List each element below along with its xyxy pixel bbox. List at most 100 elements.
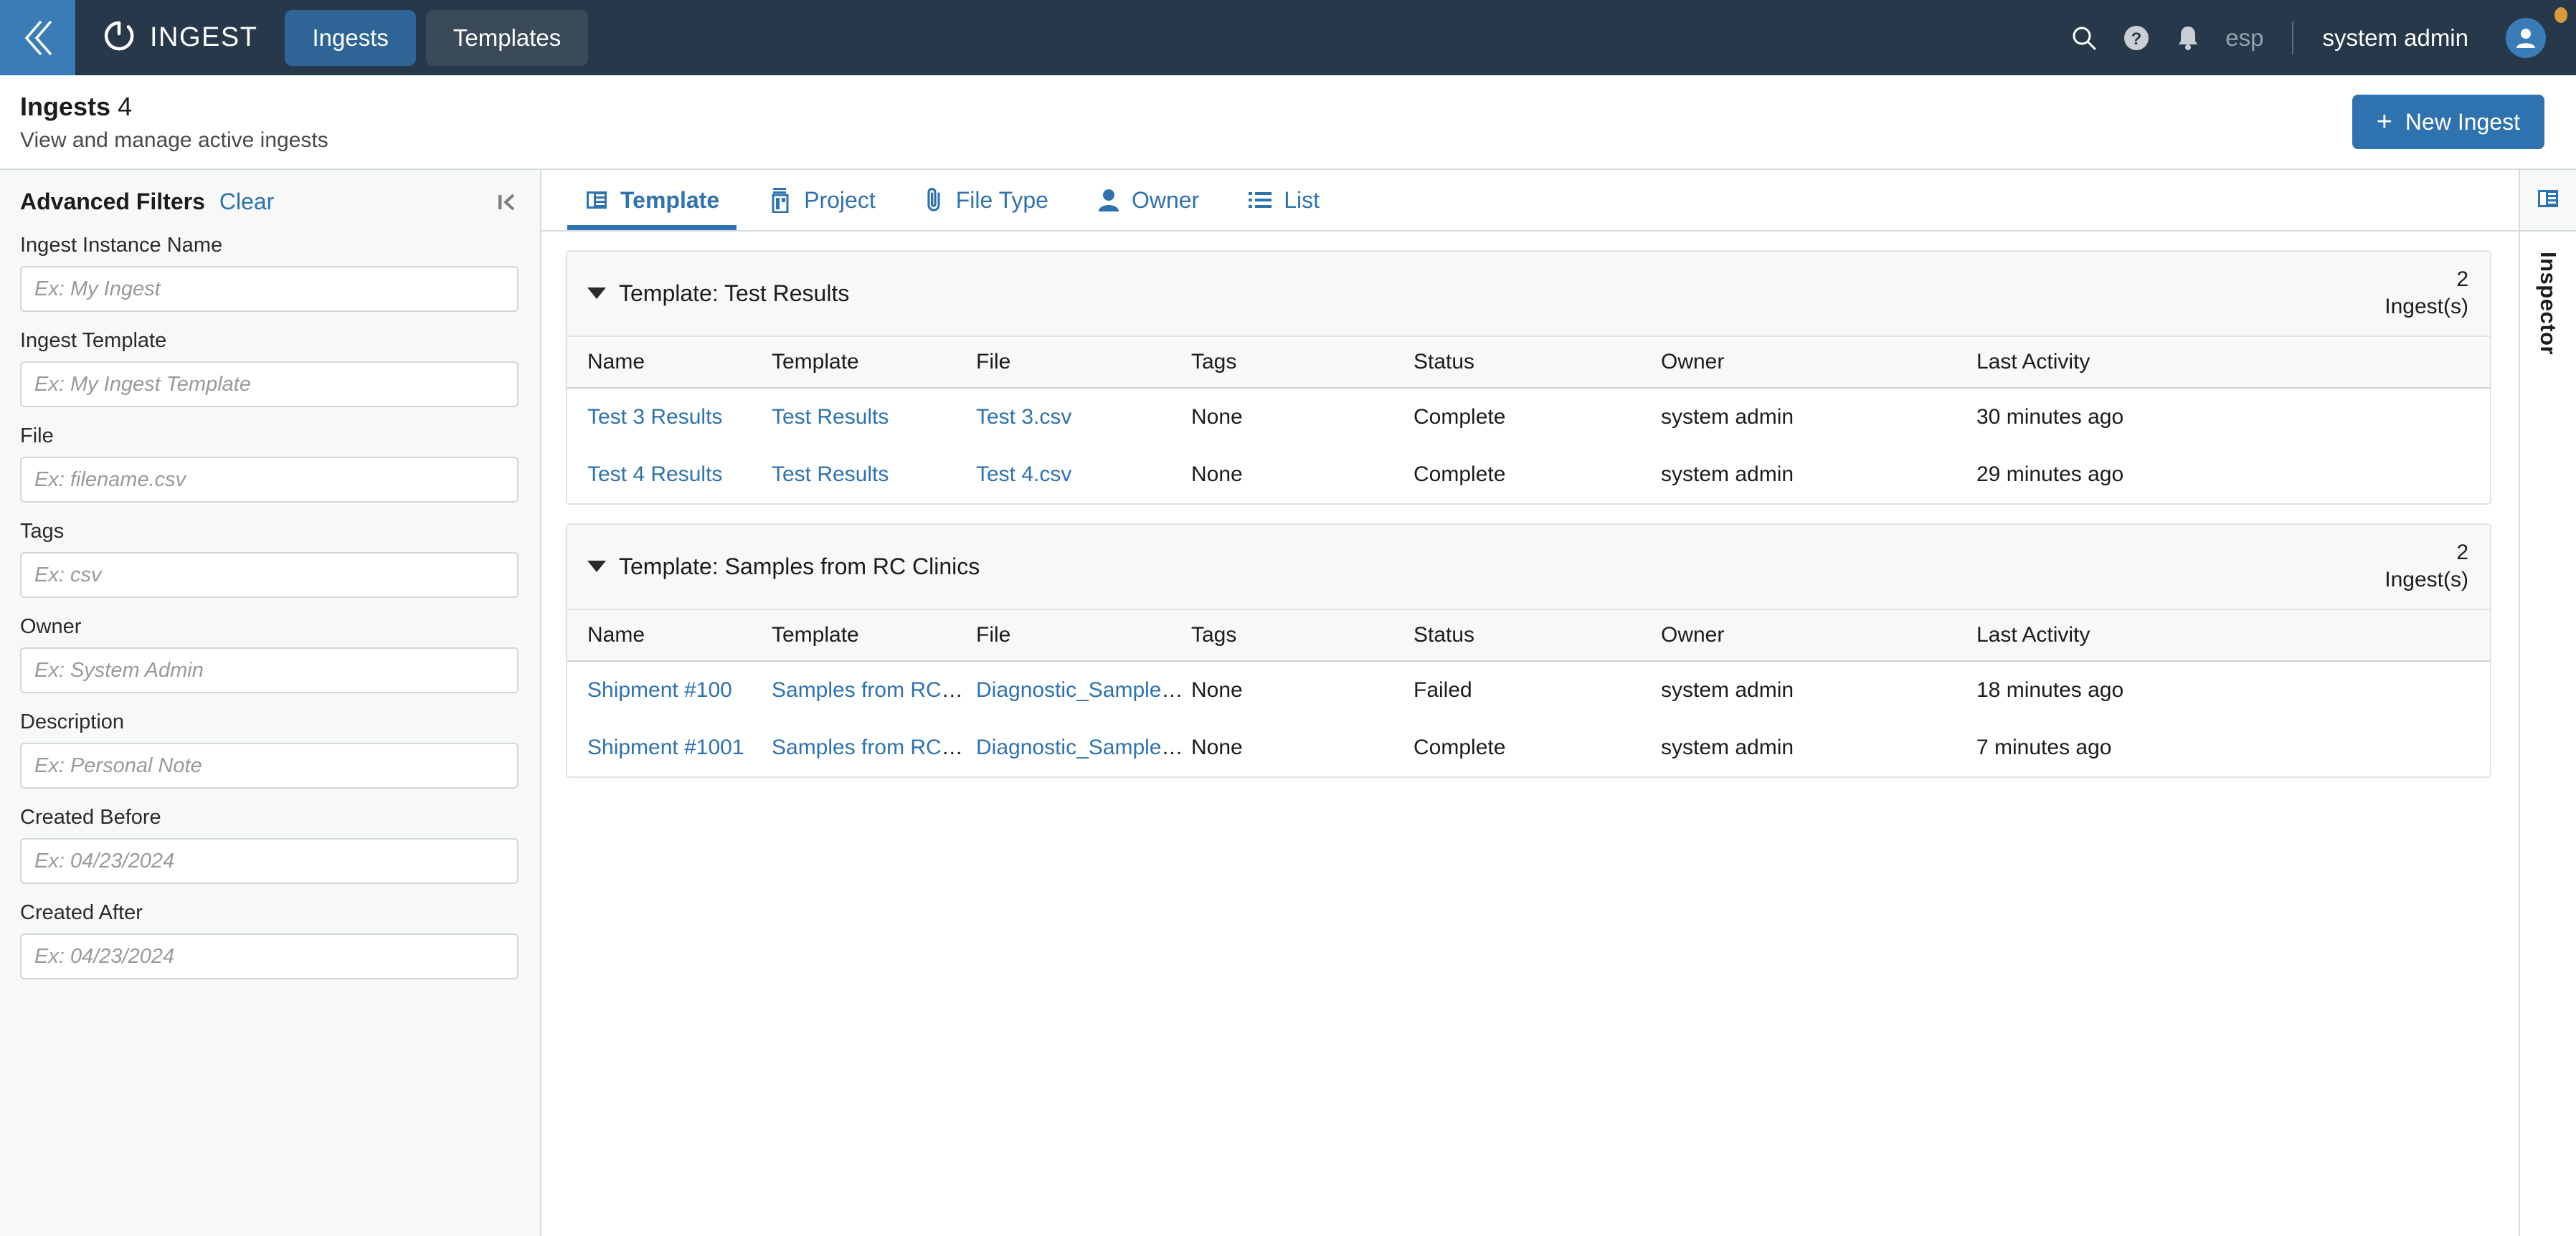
filter-field-created-before: Created Before [20,806,518,884]
group-header[interactable]: Template: Test Results 2 Ingest(s) [567,252,2490,336]
description-input[interactable] [20,743,518,789]
table-row[interactable]: Shipment #1001 Samples from RC Cli... Di… [567,718,2490,776]
main-content: Template Project File Type Owner List Te… [541,170,2519,1236]
list-icon [1248,190,1272,210]
filter-label: Description [20,710,125,733]
page-header: Ingests 4 View and manage active ingests… [0,75,2576,170]
tab-label: Template [620,186,720,213]
tab-owner[interactable]: Owner [1073,170,1223,230]
cell-last-activity: 18 minutes ago [1976,660,2490,719]
paperclip-icon [924,186,944,214]
group-count-unit: Ingest(s) [2385,295,2468,319]
collapse-left-chevrons-icon[interactable] [0,0,75,75]
cell-file: Test 4.csv [976,445,1191,503]
page-header-text: Ingests 4 View and manage active ingests [20,92,328,153]
caret-down-icon[interactable] [587,287,606,300]
cell-status: Complete [1414,387,1661,446]
tab-label: File Type [955,186,1048,213]
ingest-template-input[interactable] [20,361,518,407]
inspector-panel-icon [2536,186,2560,214]
file-link[interactable]: Test 4.csv [976,462,1071,486]
file-link[interactable]: Diagnostic_Samples... [976,736,1190,759]
cell-status: Complete [1414,445,1661,503]
template-link[interactable]: Samples from RC Cli... [772,678,976,702]
brand-title: INGEST [150,22,258,52]
cell-template: Samples from RC Cli... [772,718,976,776]
tab-label: Project [804,186,876,213]
filter-label: Owner [20,615,82,638]
cell-file: Diagnostic_Samples... [976,718,1191,776]
inspector-toggle-button[interactable] [2520,170,2576,232]
column-header-file[interactable]: File [976,608,1191,662]
nav-tab-templates[interactable]: Templates [425,9,589,66]
page-title: Ingests 4 [20,92,328,122]
column-header-owner[interactable]: Owner [1661,335,1976,389]
table-row[interactable]: Shipment #100 Samples from RC Cli... Dia… [567,660,2490,719]
template-link[interactable]: Samples from RC Cli... [772,736,976,759]
column-header-file[interactable]: File [976,335,1191,389]
nav-divider [2292,21,2294,54]
column-header-tags[interactable]: Tags [1191,335,1414,389]
table-row[interactable]: Test 3 Results Test Results Test 3.csv N… [567,387,2490,446]
tab-label: List [1284,186,1320,213]
group-count-number: 2 [2456,267,2468,291]
tab-project[interactable]: Project [744,170,900,230]
column-header-last-activity[interactable]: Last Activity [1976,335,2490,389]
created-before-input[interactable] [20,838,518,884]
file-input[interactable] [20,457,518,503]
language-selector[interactable]: esp [2225,24,2263,52]
nav-tab-ingests[interactable]: Ingests [285,9,416,66]
column-header-name[interactable]: Name [567,335,772,389]
created-after-input[interactable] [20,933,518,979]
user-avatar-icon[interactable] [2506,17,2546,58]
user-name-label[interactable]: system admin [2322,24,2468,52]
tab-list[interactable]: List [1223,170,1344,230]
group-title: Template: Samples from RC Clinics [619,553,980,579]
tags-input[interactable] [20,552,518,598]
ingest-name-link[interactable]: Shipment #100 [587,678,732,702]
file-link[interactable]: Diagnostic_Samples... [976,678,1190,702]
column-header-template[interactable]: Template [772,608,976,662]
tab-file-type[interactable]: File Type [900,170,1073,230]
template-link[interactable]: Test Results [772,462,889,486]
collapse-panel-left-icon[interactable] [494,190,518,214]
new-ingest-button[interactable]: + New Ingest [2352,95,2544,149]
clear-filters-button[interactable]: Clear [219,189,274,215]
tab-template[interactable]: Template [560,170,744,230]
cell-owner: system admin [1661,718,1976,776]
filter-field-owner: Owner [20,615,518,693]
cell-file: Diagnostic_Samples... [976,660,1191,719]
ingest-name-link[interactable]: Test 4 Results [587,462,722,486]
caret-down-icon[interactable] [587,561,606,573]
column-header-status[interactable]: Status [1414,608,1661,662]
file-link[interactable]: Test 3.csv [976,405,1071,429]
column-header-name[interactable]: Name [567,608,772,662]
advanced-filters-header: Advanced Filters Clear [20,189,518,215]
column-header-status[interactable]: Status [1414,335,1661,389]
column-header-template[interactable]: Template [772,335,976,389]
group-count: 2 Ingest(s) [2385,266,2468,321]
filter-label: Ingest Instance Name [20,234,223,257]
page-subtitle: View and manage active ingests [20,128,328,152]
primary-nav-tabs: Ingests Templates [285,0,589,75]
group-count-number: 2 [2456,540,2468,564]
ingest-name-link[interactable]: Test 3 Results [587,405,722,429]
column-header-tags[interactable]: Tags [1191,608,1414,662]
help-circle-icon[interactable]: ? [2122,24,2151,52]
cell-last-activity: 29 minutes ago [1976,445,2490,503]
group-header[interactable]: Template: Samples from RC Clinics 2 Inge… [567,524,2490,609]
column-header-last-activity[interactable]: Last Activity [1976,608,2490,662]
plus-icon: + [2376,107,2392,137]
page-body: Advanced Filters Clear Ingest Instance N… [0,170,2576,1236]
template-link[interactable]: Test Results [772,405,889,429]
ingest-instance-name-input[interactable] [20,266,518,312]
search-icon[interactable] [2070,24,2098,52]
column-header-owner[interactable]: Owner [1661,608,1976,662]
owner-input[interactable] [20,647,518,693]
table-row[interactable]: Test 4 Results Test Results Test 4.csv N… [567,445,2490,503]
ingest-name-link[interactable]: Shipment #1001 [587,736,744,759]
inspector-label[interactable]: Inspector [2535,252,2561,355]
group-count-unit: Ingest(s) [2385,568,2468,592]
ingest-table: Name Template File Tags Status Owner Las… [567,608,2490,776]
bell-icon[interactable] [2175,24,2201,52]
